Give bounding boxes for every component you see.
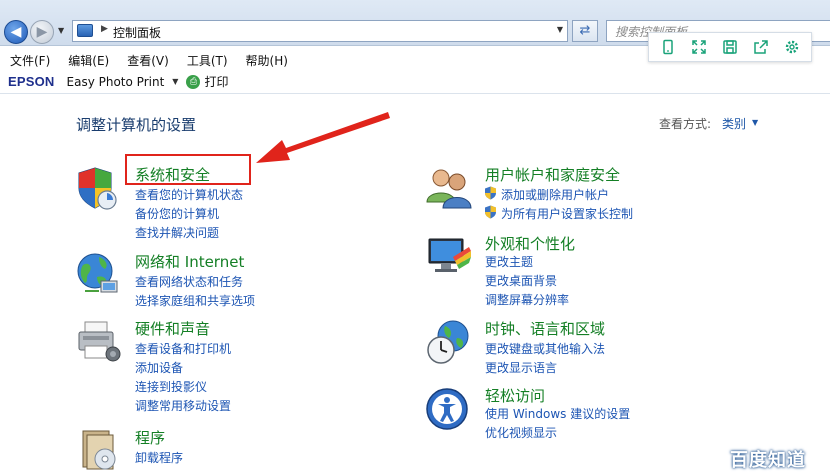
- annotation-arrow-icon: [256, 112, 390, 163]
- watermark-baidu-zhidao: 百度知道: [730, 450, 806, 471]
